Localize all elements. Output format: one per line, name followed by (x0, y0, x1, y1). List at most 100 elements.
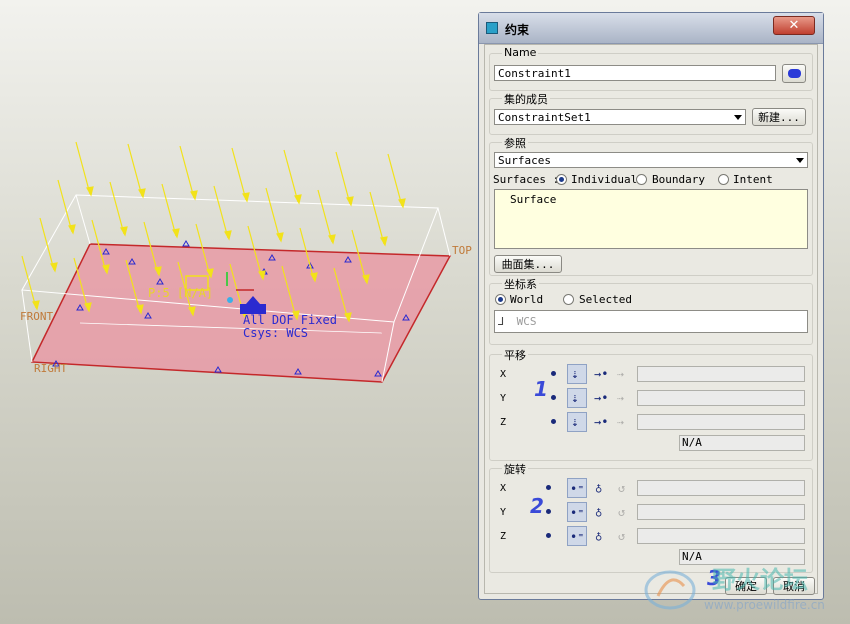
csys-group: 坐标系 World Selected ⅃ WCS (489, 276, 813, 345)
prescribed-icon: ⇢ (617, 367, 625, 381)
prescribed-icon: ↺ (618, 481, 626, 495)
rotation-y-field[interactable] (637, 504, 805, 520)
csys-icon (227, 297, 233, 303)
translation-y-free-button[interactable]: →• (591, 388, 611, 408)
rotation-dot-icon (546, 485, 551, 490)
watermark-url: www.proewildfire.cn (704, 598, 825, 612)
rotation-x-fixed-button[interactable]: •⁼ (567, 478, 587, 498)
close-button[interactable]: ✕ (773, 16, 815, 35)
csys-value: WCS (516, 315, 537, 328)
rotation-x-prescribed-button[interactable]: ↺ (614, 478, 634, 498)
prescribed-icon: ↺ (618, 529, 626, 543)
load-arrow-head (32, 300, 40, 311)
radio-world[interactable] (495, 294, 506, 305)
model-graphics (21, 141, 452, 383)
radio-boundary-label: Boundary (652, 173, 705, 186)
load-arrow (369, 191, 385, 245)
annotation-step-1: 1 (534, 377, 548, 401)
list-item[interactable]: Surface (510, 193, 556, 206)
prescribed-icon: ⇢ (617, 391, 625, 405)
new-set-button[interactable]: 新建... (752, 108, 806, 126)
top-label: TOP (452, 244, 472, 257)
load-arrow (109, 181, 125, 235)
reference-type-select[interactable]: Surfaces (494, 152, 808, 168)
rotation-y-free-button[interactable]: ♁ (591, 502, 611, 522)
translation-x-field[interactable] (637, 366, 805, 382)
free-icon: ♁ (595, 481, 603, 495)
free-dot-icon (551, 419, 556, 424)
fixed-icon: ⇣ (571, 415, 579, 430)
load-arrow (179, 145, 195, 199)
radio-intent-label: Intent (733, 173, 773, 186)
load-arrow (265, 187, 281, 241)
load-arrow-head (190, 190, 198, 201)
translation-x-fixed-button[interactable]: ⇣ (567, 364, 587, 384)
translation-y-fixed-button[interactable]: ⇣ (567, 388, 587, 408)
surface-set-button[interactable]: 曲面集... (494, 255, 562, 273)
rotation-x-field[interactable] (637, 480, 805, 496)
translation-z-fixed-button[interactable]: ⇣ (567, 412, 587, 432)
reference-list[interactable]: Surface (494, 189, 808, 249)
rotation-y-prescribed-button[interactable]: ↺ (614, 502, 634, 522)
load-arrow (283, 149, 299, 203)
rotation-z-prescribed-button[interactable]: ↺ (614, 526, 634, 546)
load-arrow-head (172, 228, 180, 239)
translation-z-free-button[interactable]: →• (591, 412, 611, 432)
rotation-x-free-button[interactable]: ♁ (591, 478, 611, 498)
set-select[interactable]: ConstraintSet1 (494, 109, 746, 125)
translation-x-prescribed-button[interactable]: ⇢ (614, 364, 634, 384)
free-icon: →• (594, 415, 609, 429)
rotation-y-label: Y (500, 507, 507, 518)
load-arrow-head (242, 192, 250, 203)
translation-group: 平移 X ⇣ →• ⇢ Y ⇣ →• ⇢ Z ⇣ →• ⇢ N/A (489, 347, 813, 461)
csys-field[interactable]: ⅃ WCS (494, 310, 808, 333)
load-arrow-head (120, 226, 128, 237)
prescribed-icon: ↺ (618, 505, 626, 519)
load-arrow (213, 185, 229, 239)
load-arrow (231, 147, 247, 201)
load-arrow-head (346, 196, 354, 207)
prescribed-icon: ⇢ (617, 415, 625, 429)
references-group: 参照 Surfaces Surfaces : Individual Bounda… (489, 135, 813, 276)
translation-y-prescribed-button[interactable]: ⇢ (614, 388, 634, 408)
load-arrow (335, 151, 351, 205)
load-arrow-head (68, 224, 76, 235)
load-arrow-head (86, 186, 94, 197)
set-select-value: ConstraintSet1 (498, 111, 591, 124)
translation-z-prescribed-button[interactable]: ⇢ (614, 412, 634, 432)
rotation-z-free-button[interactable]: ♁ (591, 526, 611, 546)
rotation-z-field[interactable] (637, 528, 805, 544)
load-arrow-head (224, 230, 232, 241)
rotation-dot-icon (546, 533, 551, 538)
radio-intent[interactable] (718, 174, 729, 185)
free-dot-icon (551, 371, 556, 376)
annotation-step-2: 2 (530, 494, 544, 518)
radio-individual[interactable] (556, 174, 567, 185)
radio-boundary[interactable] (636, 174, 647, 185)
radio-world-label: World (510, 293, 544, 306)
translation-units-field[interactable]: N/A (679, 435, 805, 451)
translation-z-field[interactable] (637, 414, 805, 430)
rotation-z-label: Z (500, 531, 507, 542)
chevron-down-icon (796, 158, 804, 163)
color-button[interactable] (782, 64, 806, 83)
fixed-icon: •⁼ (570, 482, 585, 496)
references-group-label: 参照 (502, 135, 528, 151)
radio-selected[interactable] (563, 294, 574, 305)
set-group-label: 集的成员 (502, 91, 550, 107)
rotation-z-fixed-button[interactable]: •⁼ (567, 526, 587, 546)
dialog-titlebar[interactable]: 约束 ✕ (479, 13, 823, 44)
rotation-y-fixed-button[interactable]: •⁼ (567, 502, 587, 522)
close-icon: ✕ (788, 18, 800, 33)
load-arrow-head (380, 236, 388, 247)
color-icon (788, 69, 801, 78)
name-input[interactable]: Constraint1 (494, 65, 776, 81)
translation-x-free-button[interactable]: →• (591, 364, 611, 384)
fixed-icon: ⇣ (571, 391, 579, 406)
translation-y-field[interactable] (637, 390, 805, 406)
translation-z-label: Z (500, 417, 507, 428)
dialog-title: 约束 (505, 23, 530, 37)
model-viewport[interactable]: FRONT RIGHT TOP P:5 [N/A] All DOF Fixed … (0, 0, 472, 624)
load-arrow (387, 153, 403, 207)
set-group: 集的成员 ConstraintSet1 新建... (489, 91, 813, 135)
